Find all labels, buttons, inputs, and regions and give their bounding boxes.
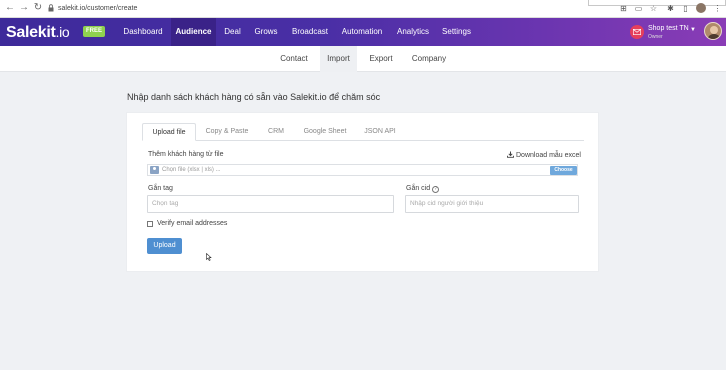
menu-settings[interactable]: Settings <box>439 18 474 46</box>
menu-deal[interactable]: Deal <box>220 18 245 46</box>
import-card: Upload file Copy & Paste CRM Google Shee… <box>126 112 599 272</box>
lock-icon <box>48 4 54 12</box>
cid-input[interactable]: Nhập cid người giới thiệu <box>405 195 579 213</box>
download-label: Download mẫu excel <box>516 152 581 159</box>
menu-grows[interactable]: Grows <box>251 18 281 46</box>
menu-dashboard[interactable]: Dashboard <box>117 18 169 46</box>
verify-email-checkbox[interactable] <box>147 221 153 227</box>
tab-json-api[interactable]: JSON API <box>361 123 399 141</box>
help-icon[interactable]: ? <box>432 186 440 193</box>
logo-suffix: .io <box>55 24 70 40</box>
menu-broadcast[interactable]: Broadcast <box>288 18 332 46</box>
translate-icon[interactable]: ⊞ <box>618 3 629 14</box>
menu-automation[interactable]: Automation <box>338 18 386 46</box>
browser-profile-avatar[interactable] <box>696 3 706 13</box>
cid-label: Gắn cid <box>406 185 431 192</box>
choose-file-button[interactable]: Choose <box>550 166 577 175</box>
tab-google-sheet[interactable]: Google Sheet <box>301 123 349 141</box>
audience-subnav: Contact Import Export Company <box>0 46 726 72</box>
file-label: Thêm khách hàng từ file <box>148 151 224 158</box>
subnav-contact[interactable]: Contact <box>276 46 312 72</box>
shop-role: Owner <box>648 34 663 40</box>
address-bar[interactable]: salekit.io/customer/create <box>58 3 137 14</box>
tab-upload-file[interactable]: Upload file <box>142 123 196 141</box>
bookmark-star-icon[interactable]: ☆ <box>648 3 659 14</box>
verify-email-label: Verify email addresses <box>157 220 228 227</box>
file-user-icon <box>150 166 159 174</box>
cid-label-wrap: Gắn cid? <box>406 185 440 193</box>
reload-icon[interactable]: ↻ <box>32 2 44 14</box>
logo-text: Salekit <box>6 24 56 41</box>
subnav-import[interactable]: Import <box>320 46 357 72</box>
app-header: Salekit.io FREE Dashboard Audience Deal … <box>0 18 726 46</box>
tag-select[interactable]: Chọn tag <box>147 195 394 213</box>
extensions-icon[interactable]: ✱ <box>665 3 676 14</box>
profile-panel-icon[interactable]: ▯ <box>680 3 691 14</box>
upload-button[interactable]: Upload <box>147 238 182 254</box>
mouse-cursor-icon <box>206 253 212 261</box>
shop-name: Shop test TN <box>648 25 689 32</box>
menu-analytics[interactable]: Analytics <box>393 18 433 46</box>
browser-toolbar: ← → ↻ salekit.io/customer/create ⊞ ▭ ☆ ✱… <box>0 0 726 18</box>
file-placeholder: Chọn file (xlsx | xls) ... <box>162 167 221 173</box>
subnav-export[interactable]: Export <box>365 46 397 72</box>
tag-label: Gắn tag <box>148 185 173 192</box>
subnav-company[interactable]: Company <box>407 46 451 72</box>
browser-menu-icon[interactable]: ⋮ <box>712 3 723 14</box>
forward-arrow-icon[interactable]: → <box>18 2 30 14</box>
avatar-face <box>710 26 718 34</box>
download-template-link[interactable]: Download mẫu excel <box>507 151 581 159</box>
cid-placeholder: Nhập cid người giới thiệu <box>410 200 484 207</box>
tag-placeholder: Chọn tag <box>152 200 179 207</box>
page-title: Nhập danh sách khách hàng có sẵn vào Sal… <box>127 92 381 102</box>
file-input[interactable]: Chọn file (xlsx | xls) ... <box>147 164 578 176</box>
back-arrow-icon[interactable]: ← <box>4 2 16 14</box>
plan-badge: FREE <box>83 26 105 37</box>
mail-icon <box>630 25 644 39</box>
chevron-down-icon: ▼ <box>690 27 696 33</box>
user-avatar[interactable] <box>704 22 722 40</box>
download-icon <box>507 151 514 158</box>
salekit-logo[interactable]: Salekit.io <box>6 23 70 42</box>
cast-icon[interactable]: ▭ <box>633 3 644 14</box>
menu-audience[interactable]: Audience <box>171 18 216 46</box>
tab-crm[interactable]: CRM <box>262 123 290 141</box>
tab-copy-paste[interactable]: Copy & Paste <box>202 123 252 141</box>
